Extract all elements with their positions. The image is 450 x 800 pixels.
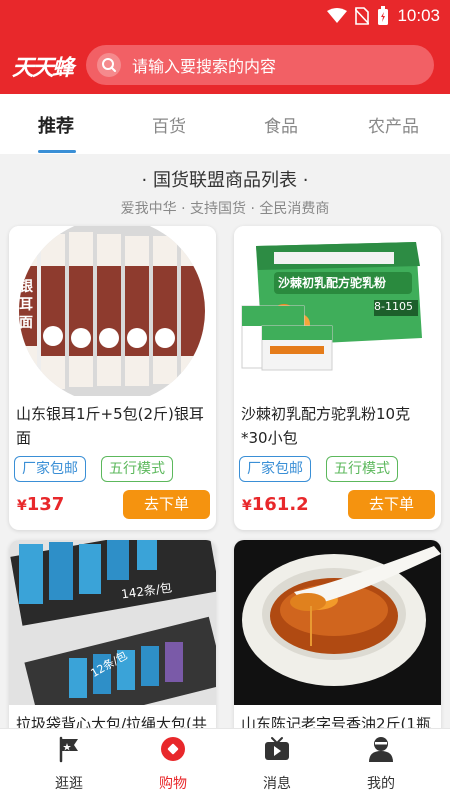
price-currency: ¥ (242, 498, 252, 514)
tab-active-indicator (38, 150, 76, 153)
product-image-graphic (10, 540, 216, 705)
product-title[interactable]: 沙棘初乳配方驼乳粉10克*30小包 (241, 402, 436, 450)
search-bar[interactable]: 请输入要搜索的内容 (86, 45, 434, 85)
search-icon (97, 53, 121, 77)
bottom-navigation: 逛逛 购物 消息 我的 (0, 728, 450, 800)
user-icon (369, 737, 393, 762)
tag-free-shipping: 厂家包邮 (14, 456, 86, 482)
wifi-icon (327, 8, 348, 23)
nav-item-shopping[interactable]: 购物 (133, 735, 213, 793)
product-price: ¥161.2 (242, 494, 309, 515)
app-header: 天天蜂 请输入要搜索的内容 (0, 32, 450, 94)
price-currency: ¥ (17, 498, 27, 514)
product-image-graphic (19, 226, 205, 396)
flag-icon (59, 736, 78, 763)
tag-five-elements: 五行模式 (101, 456, 173, 482)
product-image-graphic (242, 546, 441, 686)
no-sim-icon (355, 7, 370, 25)
nav-item-messages[interactable]: 消息 (237, 735, 317, 793)
product-image-text: 沙棘初乳配方驼乳粉 (278, 276, 387, 290)
price-value: 161.2 (251, 494, 309, 515)
product-image[interactable]: 142条/包 12条/包 (9, 540, 216, 705)
nav-item-browse[interactable]: 逛逛 (29, 735, 109, 793)
tab-agricultural[interactable]: 农产品 (368, 112, 419, 137)
product-image[interactable] (234, 540, 441, 705)
tag-free-shipping: 厂家包邮 (239, 456, 311, 482)
nav-label: 逛逛 (55, 776, 83, 792)
order-button[interactable]: 去下单 (348, 490, 435, 519)
nav-label: 我的 (367, 776, 395, 792)
nav-label: 消息 (263, 776, 291, 792)
nav-label: 购物 (159, 776, 187, 792)
product-image-text-2: 8-1105 (374, 300, 413, 313)
status-icons: 10:03 (327, 4, 440, 28)
search-input[interactable]: 请输入要搜索的内容 (132, 53, 276, 77)
section-title: · 国货联盟商品列表 · (141, 170, 309, 191)
shopping-icon (161, 737, 185, 761)
status-time: 10:03 (397, 6, 440, 25)
tv-message-icon (265, 737, 289, 760)
price-value: 137 (26, 494, 65, 515)
product-card[interactable]: 沙棘初乳配方驼乳粉 8-1105 沙棘初乳配方驼乳粉10克*30小包 厂家包邮 … (234, 226, 441, 530)
tag-five-elements: 五行模式 (326, 456, 398, 482)
tab-recommend[interactable]: 推荐 (38, 112, 74, 138)
tab-food[interactable]: 食品 (264, 112, 298, 137)
product-title[interactable]: 山东银耳1斤+5包(2斤)银耳面 (16, 402, 211, 450)
tab-general-goods[interactable]: 百货 (152, 112, 186, 137)
nav-item-profile[interactable]: 我的 (341, 735, 421, 793)
app-logo[interactable]: 天天蜂 (12, 50, 74, 82)
battery-icon (378, 6, 389, 25)
status-bar: 10:03 (0, 0, 450, 32)
product-image-text: 银耳面 (19, 279, 33, 331)
product-image[interactable]: 沙棘初乳配方驼乳粉 8-1105 (234, 226, 441, 396)
section-subtitle: 爱我中华 · 支持国货 · 全民消费商 (120, 201, 330, 217)
product-image[interactable]: 银耳面 (9, 226, 216, 396)
product-price: ¥137 (17, 494, 64, 515)
product-card[interactable]: 银耳面 山东银耳1斤+5包(2斤)银耳面 厂家包邮 五行模式 ¥137 去下单 (9, 226, 216, 530)
product-card[interactable]: 142条/包 12条/包 拉圾袋背心大包/拉绳大包(共 (9, 540, 216, 740)
product-card[interactable]: 山东陈记老字号香油2斤(1瓶 (234, 540, 441, 740)
order-button[interactable]: 去下单 (123, 490, 210, 519)
category-tabs: 推荐 百货 食品 农产品 (0, 94, 450, 154)
